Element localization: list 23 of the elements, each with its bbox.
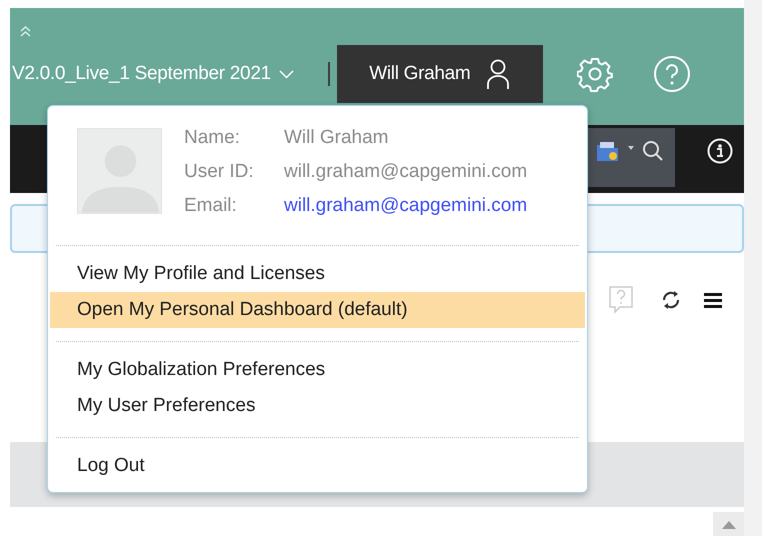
search-icon[interactable] xyxy=(642,140,664,162)
settings-icon[interactable] xyxy=(576,56,613,92)
email-link[interactable]: will.graham@capgemini.com xyxy=(284,192,528,226)
field-label: Email: xyxy=(184,194,238,218)
refresh-icon[interactable] xyxy=(661,288,681,312)
help-icon[interactable] xyxy=(652,55,691,93)
info-icon[interactable] xyxy=(707,138,733,164)
menu-item[interactable]: Log Out xyxy=(50,448,585,484)
user-button[interactable]: Will Graham xyxy=(336,45,543,103)
user-icon xyxy=(486,59,510,89)
folder-icon[interactable] xyxy=(596,140,620,162)
chevron-down-icon xyxy=(278,70,294,78)
menu-item[interactable]: View My Profile and Licenses xyxy=(50,256,585,292)
triangle-up-icon xyxy=(722,521,736,529)
field-label: User ID: xyxy=(184,160,255,184)
menu-icon[interactable] xyxy=(704,292,722,308)
field-label: Name: xyxy=(184,126,241,150)
menu-item[interactable]: My User Preferences xyxy=(50,388,585,424)
menu-item[interactable]: Open My Personal Dashboard (default) xyxy=(50,292,585,328)
menu-item[interactable]: My Globalization Preferences xyxy=(50,352,585,388)
caret-icon[interactable] xyxy=(628,146,634,150)
field-value: will.graham@capgemini.com xyxy=(284,160,528,184)
field-value: Will Graham xyxy=(284,126,389,150)
